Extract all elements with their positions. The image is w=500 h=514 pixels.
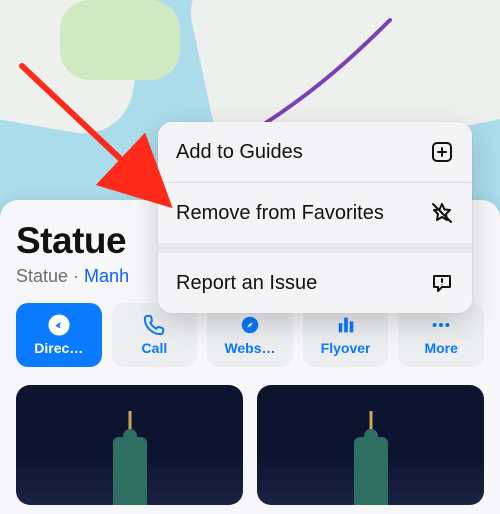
menu-item-add-to-guides[interactable]: Add to Guides — [158, 122, 472, 182]
directions-icon — [48, 314, 70, 336]
action-label: More — [424, 340, 457, 356]
menu-item-remove-from-favorites[interactable]: Remove from Favorites — [158, 183, 472, 243]
action-label: Flyover — [321, 340, 371, 356]
photo-row — [16, 385, 484, 505]
action-label: Call — [142, 340, 168, 356]
menu-item-report-issue[interactable]: Report an Issue — [158, 253, 472, 313]
action-label: Webs… — [224, 340, 275, 356]
place-photo[interactable] — [257, 385, 484, 505]
place-photo[interactable] — [16, 385, 243, 505]
menu-item-label: Add to Guides — [176, 141, 303, 164]
menu-item-label: Remove from Favorites — [176, 202, 384, 225]
menu-item-label: Report an Issue — [176, 272, 317, 295]
subtitle-category: Statue · — [16, 266, 84, 286]
report-bubble-icon — [430, 271, 454, 295]
star-slash-icon — [430, 201, 454, 225]
directions-button[interactable]: Direc… — [16, 303, 102, 367]
phone-icon — [143, 314, 165, 336]
statue-silhouette — [354, 437, 388, 505]
app-screenshot: Statue Statue · Manh Direc… Call — [0, 0, 500, 514]
action-label: Direc… — [34, 340, 83, 356]
context-menu: Add to Guides Remove from Favorites Repo… — [158, 122, 472, 313]
subtitle-location-link[interactable]: Manh — [84, 266, 129, 286]
buildings-icon — [335, 314, 357, 336]
more-icon — [430, 314, 452, 336]
statue-silhouette — [113, 437, 147, 505]
compass-icon — [239, 314, 261, 336]
plus-square-icon — [430, 140, 454, 164]
menu-group-gap — [158, 243, 472, 253]
